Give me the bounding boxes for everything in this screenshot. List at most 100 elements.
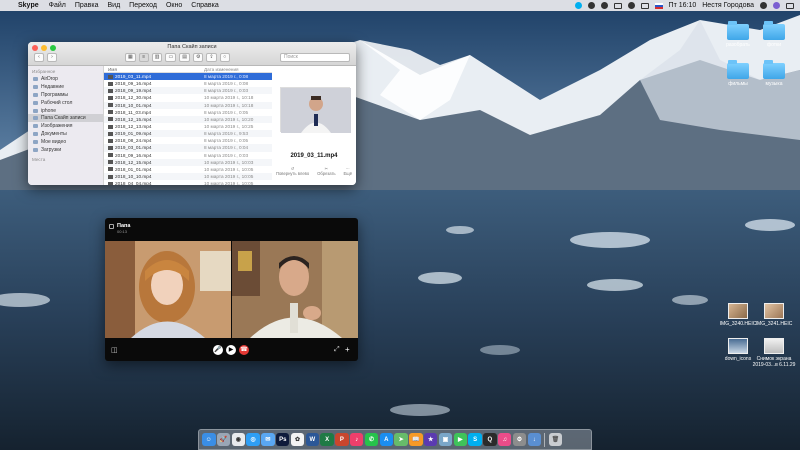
desktop-folder-muzyka[interactable]: музыка bbox=[752, 60, 796, 87]
view-list-button[interactable]: ≡ bbox=[138, 53, 149, 62]
sidebar-item-papa-skype[interactable]: Папа Скайп записи bbox=[28, 114, 103, 123]
downloads-icon[interactable]: ↓ bbox=[527, 432, 542, 447]
file-row[interactable]: 2018_12_15.mp4 10 марта 2019 г., 10:20 bbox=[104, 115, 272, 123]
file-row[interactable]: 2018_11_03.mp4 8 марта 2019 г., 0:05 bbox=[104, 109, 272, 116]
battery-icon[interactable] bbox=[640, 2, 649, 9]
trash-icon[interactable]: 🗑 bbox=[548, 432, 563, 447]
menu-help[interactable]: Справка bbox=[191, 2, 218, 9]
bluetooth-icon[interactable] bbox=[587, 2, 595, 9]
sidebar-item-desktop[interactable]: Рабочий стол bbox=[28, 99, 103, 107]
sidebar-item-recent[interactable]: Недавние bbox=[28, 83, 103, 91]
file-row[interactable]: 2019_01_09.mp4 8 марта 2019 г., 9:53 bbox=[104, 130, 272, 138]
whatsapp-icon[interactable]: ✆ bbox=[364, 432, 379, 447]
language-flag-icon[interactable] bbox=[654, 2, 663, 9]
appstore-icon[interactable]: A bbox=[379, 432, 394, 447]
file-row[interactable]: 2018_09_19.mp4 8 марта 2019 г., 0:03 bbox=[104, 87, 272, 95]
finder-icon[interactable]: ☺ bbox=[202, 432, 216, 447]
search-input[interactable]: Поиск bbox=[280, 53, 350, 62]
sidebar-item-downloads[interactable]: Загрузки bbox=[28, 146, 103, 154]
volume-icon[interactable] bbox=[600, 2, 608, 9]
view-icons-button[interactable]: ▦ bbox=[125, 53, 136, 62]
menu-go[interactable]: Переход bbox=[129, 2, 157, 9]
file-row[interactable]: 2018_12_13.mp4 10 марта 2019 г., 10:25 bbox=[104, 123, 272, 130]
file-row[interactable]: 2018_12_15.mp4 10 марта 2019 г., 10:03 bbox=[104, 158, 272, 166]
fullscreen-icon[interactable]: ⤢ bbox=[334, 346, 340, 354]
itunes-icon[interactable]: ♫ bbox=[497, 432, 512, 447]
wifi-icon[interactable] bbox=[627, 2, 635, 9]
tags-button[interactable]: ○ bbox=[219, 53, 230, 62]
camera-button[interactable]: ▶ bbox=[226, 345, 236, 355]
sidebar-item-documents[interactable]: Документы bbox=[28, 130, 103, 138]
file-row[interactable]: 2018_01_01.mp4 10 марта 2019 г., 10:05 bbox=[104, 166, 272, 173]
sidebar-item-applications[interactable]: Программы bbox=[28, 91, 103, 99]
view-gallery-button[interactable]: ▭ bbox=[165, 53, 177, 62]
chrome-icon[interactable]: ◉ bbox=[231, 432, 246, 447]
menu-file[interactable]: Файл bbox=[49, 2, 66, 9]
skype-status-icon[interactable] bbox=[574, 2, 582, 9]
file-row[interactable]: 2019_03_01.mp4 8 марта 2019 г., 0:04 bbox=[104, 144, 272, 152]
launchpad-icon[interactable]: 🚀 bbox=[216, 432, 231, 447]
excel-icon[interactable]: X bbox=[320, 432, 334, 447]
desktop-folder-fotki[interactable]: фотки bbox=[752, 21, 796, 48]
notification-center-icon[interactable] bbox=[786, 2, 794, 9]
file-row[interactable]: 2018_08_24.mp4 8 марта 2019 г., 0:05 bbox=[104, 137, 272, 144]
powerpoint-icon[interactable]: P bbox=[335, 432, 349, 447]
mail-icon[interactable]: ✉ bbox=[261, 432, 275, 447]
column-date-header[interactable]: Дата изменения bbox=[204, 67, 272, 72]
skype-icon[interactable]: S bbox=[468, 432, 482, 447]
desktop-image-img3241[interactable]: IMG_3241.HEIC bbox=[752, 303, 796, 327]
system-preferences-icon[interactable]: ⚙ bbox=[512, 432, 527, 447]
photoshop-icon[interactable]: Ps bbox=[275, 432, 290, 447]
word-icon[interactable]: W bbox=[305, 432, 320, 447]
forward-button[interactable]: › bbox=[47, 53, 57, 62]
search-icon[interactable] bbox=[760, 2, 767, 9]
preview-icon[interactable]: ▣ bbox=[438, 432, 453, 447]
trim-action[interactable]: ✂ Обрезать bbox=[317, 166, 335, 176]
view-columns-button[interactable]: ▥ bbox=[151, 53, 163, 62]
file-date: 8 марта 2019 г., 0:08 bbox=[204, 81, 249, 87]
finder-titlebar[interactable]: Папа Скайп записи ‹ › ▦ ≡ ▥ ▭ ▤ ⚙ ⇪ ○ По… bbox=[28, 42, 356, 66]
group-button[interactable]: ▤ bbox=[179, 53, 190, 62]
menu-edit[interactable]: Правка bbox=[75, 2, 99, 9]
menu-user-name[interactable]: Нестя Городова bbox=[702, 2, 754, 9]
quicktime-icon[interactable]: Q bbox=[483, 432, 497, 447]
call-info-icon[interactable] bbox=[109, 224, 114, 229]
sidebar-item-iphone[interactable]: iphone bbox=[28, 107, 103, 115]
desktop-screenshot-file[interactable]: Снимок экрана 2019-03...в 6.11.29 bbox=[752, 338, 796, 368]
column-name-header[interactable]: Имя bbox=[104, 67, 204, 72]
file-row[interactable]: 2018_10_10.mp4 10 марта 2019 г., 10:05 bbox=[104, 172, 272, 181]
siri-icon[interactable] bbox=[773, 2, 780, 9]
file-row[interactable]: 2019_03_11.mp4 8 марта 2019 г., 0:08 bbox=[104, 73, 272, 81]
action-gear-button[interactable]: ⚙ bbox=[192, 53, 204, 62]
sidebar-item-pictures[interactable]: Изображения bbox=[28, 122, 103, 130]
menu-window[interactable]: Окно bbox=[166, 2, 182, 9]
file-row[interactable]: 2018_09_16.mp4 8 марта 2019 г., 0:08 bbox=[104, 80, 272, 87]
sidebar-item-my-video[interactable]: Мое видео bbox=[28, 138, 103, 146]
add-participant-icon[interactable]: + bbox=[345, 345, 350, 354]
file-row[interactable]: 2018_12_30.mp4 10 марта 2019 г., 10:18 bbox=[104, 94, 272, 101]
photos-icon[interactable]: ✿ bbox=[290, 432, 305, 447]
end-call-button[interactable]: ☎ bbox=[239, 345, 249, 355]
music-icon[interactable]: ♪ bbox=[349, 432, 364, 447]
maps-icon[interactable]: ➤ bbox=[394, 432, 408, 447]
sidebar-places-header: Места bbox=[32, 156, 46, 162]
file-row[interactable]: 2018_04_04.mp4 10 марта 2019 г., 10:05 bbox=[104, 180, 272, 185]
share-button[interactable]: ⇪ bbox=[206, 53, 217, 62]
imovie-icon[interactable]: ★ bbox=[423, 432, 438, 447]
rotate-left-action[interactable]: ↺ Повернуть влево bbox=[276, 166, 309, 176]
ibooks-icon[interactable]: 📖 bbox=[409, 432, 423, 447]
video-preview-thumbnail[interactable] bbox=[280, 87, 351, 133]
menu-app-name[interactable]: Skype bbox=[18, 2, 39, 9]
safari-icon[interactable]: ◎ bbox=[246, 432, 260, 447]
back-button[interactable]: ‹ bbox=[34, 53, 44, 62]
chat-icon[interactable]: ◫ bbox=[111, 346, 118, 354]
display-icon[interactable] bbox=[613, 2, 622, 9]
file-row[interactable]: 2018_09_16.mp4 8 марта 2019 г., 0:03 bbox=[104, 152, 272, 159]
facetime-icon[interactable]: ▶ bbox=[453, 432, 468, 447]
file-row[interactable]: 2018_10_01.mp4 10 марта 2019 г., 10:18 bbox=[104, 101, 272, 109]
sidebar-item-airdrop[interactable]: AirDrop bbox=[28, 75, 103, 83]
menu-clock[interactable]: Пт 16:10 bbox=[669, 2, 697, 9]
microphone-button[interactable]: 🎤 bbox=[213, 345, 223, 355]
more-action[interactable]: ⋯ Ещё bbox=[343, 166, 352, 176]
menu-view[interactable]: Вид bbox=[108, 2, 121, 9]
